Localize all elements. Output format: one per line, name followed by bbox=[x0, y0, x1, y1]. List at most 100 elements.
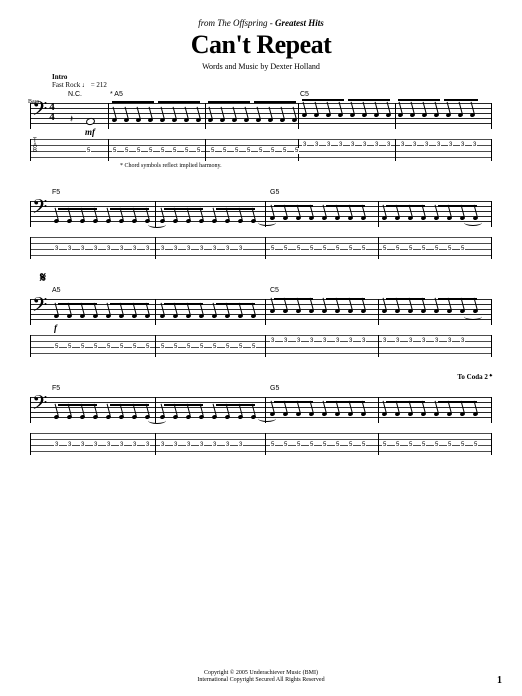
chord-row: F5 G5 bbox=[30, 385, 492, 395]
bass-staff: 𝄢 f bbox=[30, 299, 492, 325]
chord-c5: C5 bbox=[300, 91, 309, 98]
tab-fret: 5 bbox=[199, 344, 204, 350]
tab-staff: 333333333333333555555555555555 bbox=[30, 237, 492, 259]
chord-a5: * A5 bbox=[110, 91, 123, 98]
tab-staff: 3333333333333335555555555555555 bbox=[30, 433, 492, 455]
tab-fret: 5 bbox=[86, 148, 91, 154]
chord-row: A5 C5 bbox=[30, 287, 492, 297]
system-4: To Coda 2 𝄌 F5 G5 𝄢 33333333333333355555… bbox=[30, 385, 492, 455]
tab-fret: 3 bbox=[173, 442, 178, 448]
tab-fret: 3 bbox=[67, 442, 72, 448]
tab-fret: 5 bbox=[434, 246, 439, 252]
source-prefix: from The Offspring - bbox=[198, 18, 275, 28]
tab-fret: 3 bbox=[225, 442, 230, 448]
tab-fret: 5 bbox=[283, 442, 288, 448]
tab-fret: 3 bbox=[119, 442, 124, 448]
tab-fret: 5 bbox=[173, 344, 178, 350]
tab-staff: TAB 5 5 5 5 5 5 5 5 5 5 5 5 5 bbox=[30, 139, 492, 161]
tab-staff: 5555555555555555333333333333333 bbox=[30, 335, 492, 357]
tab-fret: 3 bbox=[212, 442, 217, 448]
tab-fret: 5 bbox=[296, 246, 301, 252]
tab-fret: 3 bbox=[460, 338, 465, 344]
tab-fret: 5 bbox=[348, 246, 353, 252]
tab-fret: 3 bbox=[93, 246, 98, 252]
tab-fret: 5 bbox=[322, 246, 327, 252]
tab-numbers: 3333333333333335555555555555555 bbox=[68, 433, 492, 455]
tab-fret: 3 bbox=[80, 246, 85, 252]
tab-fret: 3 bbox=[238, 442, 243, 448]
credits: Words and Music by Dexter Holland bbox=[30, 62, 492, 71]
tab-fret: 5 bbox=[238, 344, 243, 350]
tab-fret: 3 bbox=[145, 442, 150, 448]
chord-g5: G5 bbox=[270, 189, 279, 196]
tab-fret: 5 bbox=[348, 442, 353, 448]
bass-clef-icon: 𝄢 bbox=[32, 100, 47, 124]
bass-clef-icon: 𝄢 bbox=[32, 394, 47, 418]
tab-fret: 5 bbox=[408, 246, 413, 252]
bass-staff: 𝄢 bbox=[30, 201, 492, 227]
bass-clef-icon: 𝄢 bbox=[32, 198, 47, 222]
tab-fret: 3 bbox=[160, 246, 165, 252]
chord-nc: N.C. bbox=[68, 91, 82, 98]
chord-f5: F5 bbox=[52, 189, 60, 196]
tab-numbers: 333333333333333555555555555555 bbox=[68, 237, 492, 259]
copyright-line-2: International Copyright Secured All Righ… bbox=[197, 677, 324, 683]
chord-g5: G5 bbox=[270, 385, 279, 392]
tab-fret: 5 bbox=[309, 442, 314, 448]
tab-fret: 3 bbox=[186, 442, 191, 448]
segno-icon: 𝄋 bbox=[40, 271, 46, 287]
chord-c5: C5 bbox=[270, 287, 279, 294]
section-label: Intro bbox=[52, 73, 67, 81]
chord-row: F5 G5 bbox=[30, 189, 492, 199]
tab-fret: 3 bbox=[361, 338, 366, 344]
tab-fret: 5 bbox=[382, 246, 387, 252]
song-title: Can't Repeat bbox=[30, 30, 492, 60]
tab-fret: 3 bbox=[160, 442, 165, 448]
tab-fret: 3 bbox=[212, 246, 217, 252]
tab-fret: 3 bbox=[309, 338, 314, 344]
chord-a5: A5 bbox=[52, 287, 61, 294]
tab-fret: 3 bbox=[132, 246, 137, 252]
tab-fret: 3 bbox=[106, 246, 111, 252]
tab-fret: 5 bbox=[309, 246, 314, 252]
tab-fret: 5 bbox=[270, 246, 275, 252]
tab-fret: 5 bbox=[119, 344, 124, 350]
tab-fret: 3 bbox=[80, 442, 85, 448]
tab-fret: 3 bbox=[54, 246, 59, 252]
album-name: Greatest Hits bbox=[275, 18, 324, 28]
to-coda: To Coda 2 𝄌 bbox=[457, 373, 492, 382]
tab-fret: 5 bbox=[67, 344, 72, 350]
tab-fret: 5 bbox=[361, 246, 366, 252]
tab-fret: 3 bbox=[225, 246, 230, 252]
tab-fret: 3 bbox=[199, 246, 204, 252]
tab-fret: 3 bbox=[408, 338, 413, 344]
tab-fret: 3 bbox=[283, 338, 288, 344]
tab-fret: 3 bbox=[132, 442, 137, 448]
tab-fret: 5 bbox=[473, 442, 478, 448]
source-line: from The Offspring - Greatest Hits bbox=[30, 18, 492, 28]
tab-fret: 3 bbox=[421, 338, 426, 344]
sheet-music-page: from The Offspring - Greatest Hits Can't… bbox=[0, 0, 522, 696]
tab-fret: 5 bbox=[80, 344, 85, 350]
copyright-line-1: Copyright © 2005 Underachiever Music (BM… bbox=[204, 670, 318, 676]
tab-fret: 5 bbox=[251, 344, 256, 350]
tab-fret: 3 bbox=[145, 246, 150, 252]
tab-fret: 5 bbox=[421, 442, 426, 448]
tab-fret: 3 bbox=[199, 442, 204, 448]
time-signature: 44 bbox=[48, 102, 56, 122]
tab-fret: 3 bbox=[270, 338, 275, 344]
tab-fret: 5 bbox=[145, 344, 150, 350]
tab-fret: 3 bbox=[382, 338, 387, 344]
copyright: Copyright © 2005 Underachiever Music (BM… bbox=[0, 670, 522, 684]
tab-fret: 5 bbox=[434, 442, 439, 448]
tab-fret: 5 bbox=[335, 442, 340, 448]
tab-fret: 5 bbox=[296, 442, 301, 448]
noteheads bbox=[68, 103, 492, 129]
system-3: 𝄋 A5 C5 𝄢 f 5555555555555555333333333333… bbox=[30, 287, 492, 357]
tab-fret: 3 bbox=[106, 442, 111, 448]
tab-fret: 5 bbox=[447, 442, 452, 448]
bass-clef-icon: 𝄢 bbox=[32, 296, 47, 320]
tab-numbers: 5555555555555555333333333333333 bbox=[68, 335, 492, 357]
tab-fret: 5 bbox=[335, 246, 340, 252]
tab-fret: 5 bbox=[408, 442, 413, 448]
